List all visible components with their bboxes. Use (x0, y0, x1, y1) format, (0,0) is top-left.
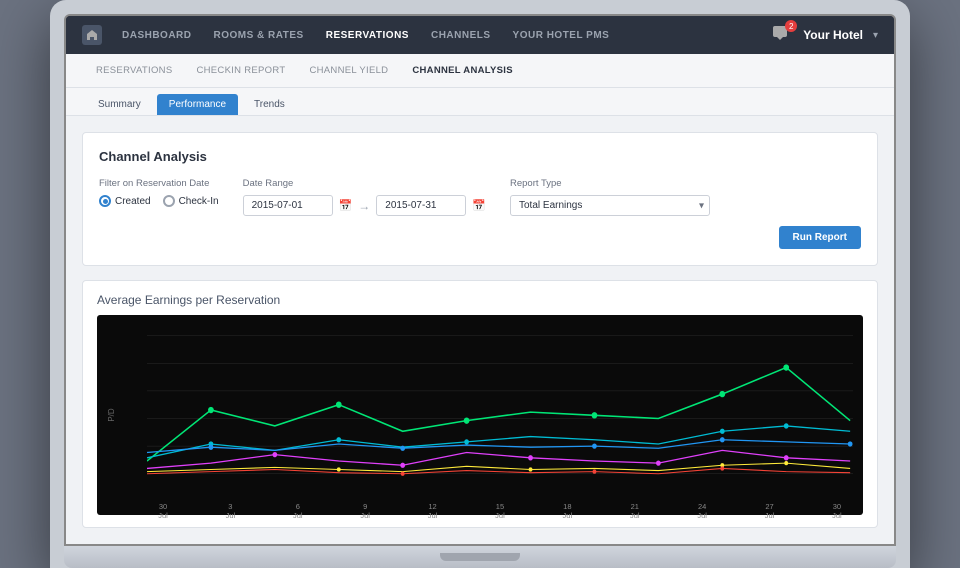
date-range-inputs: 📅 → 📅 (243, 195, 486, 216)
nav-reservations[interactable]: Reservations (324, 26, 411, 45)
subnav-channel-yield[interactable]: Channel Yield (299, 59, 398, 82)
report-type-label: Report Type (510, 178, 710, 189)
date-separator: → (358, 199, 370, 213)
date-to-input[interactable] (376, 195, 466, 216)
nav-left: Dashboard Rooms & Rates Reservations Cha… (82, 25, 611, 45)
radio-checkin[interactable]: Check-In (163, 195, 219, 207)
chart-card: Average Earnings per Reservation P/D 50K (82, 280, 878, 528)
nav-right: 2 Your Hotel ▾ (771, 24, 878, 46)
tab-trends[interactable]: Trends (242, 94, 297, 115)
subnav-reservations[interactable]: Reservations (86, 59, 182, 82)
nav-rooms-rates[interactable]: Rooms & Rates (212, 26, 306, 45)
x-axis-labels: 30Jul 3Jul 6Jul 9Jul 12Jul 15Jul 18Jul 2… (147, 500, 853, 524)
run-report-button[interactable]: Run Report (779, 226, 861, 249)
subnav-checkin-report[interactable]: Checkin Report (186, 59, 295, 82)
card-title: Channel Analysis (99, 149, 861, 164)
chart-title: Average Earnings per Reservation (97, 293, 863, 307)
laptop-base (64, 546, 896, 568)
home-icon[interactable] (82, 25, 102, 45)
form-row: Filter on Reservation Date Created Check… (99, 178, 861, 216)
radio-checkin-dot (163, 195, 175, 207)
date-range-label: Date Range (243, 178, 486, 189)
notification-count: 2 (785, 20, 797, 32)
date-range-group: Date Range 📅 → 📅 (243, 178, 486, 216)
main-content: Channel Analysis Filter on Reservation D… (66, 116, 894, 544)
laptop-screen: Dashboard Rooms & Rates Reservations Cha… (64, 14, 896, 546)
hotel-dropdown-arrow[interactable]: ▾ (873, 30, 878, 41)
x-label-3: 9Jul (349, 502, 381, 520)
x-label-1: 3Jul (214, 502, 246, 520)
x-label-5: 15Jul (484, 502, 516, 520)
report-type-select[interactable]: Total Earnings (510, 195, 710, 216)
nav-hotel-pms[interactable]: Your Hotel PMS (511, 26, 612, 45)
laptop-frame: Dashboard Rooms & Rates Reservations Cha… (50, 0, 910, 568)
radio-created[interactable]: Created (99, 195, 151, 207)
date-from-input[interactable] (243, 195, 333, 216)
calendar-to-icon[interactable]: 📅 (472, 199, 486, 212)
tab-summary[interactable]: Summary (86, 94, 153, 115)
radio-created-dot (99, 195, 111, 207)
channel-analysis-card: Channel Analysis Filter on Reservation D… (82, 132, 878, 266)
form-actions: Run Report (99, 226, 861, 249)
x-label-2: 6Jul (282, 502, 314, 520)
x-label-8: 24Jul (686, 502, 718, 520)
filter-group: Filter on Reservation Date Created Check… (99, 178, 219, 207)
subnav-channel-analysis[interactable]: Channel Analysis (402, 59, 523, 82)
x-label-0: 30Jul (147, 502, 179, 520)
laptop-notch (440, 553, 520, 561)
chart-svg: 50K 40K 30K 20K 10K 0K (147, 325, 853, 495)
x-label-10: 30Jul (821, 502, 853, 520)
report-type-group: Report Type Total Earnings (510, 178, 710, 216)
filter-label: Filter on Reservation Date (99, 178, 219, 189)
top-nav: Dashboard Rooms & Rates Reservations Cha… (66, 16, 894, 54)
chart-area: P/D 50K 40K 30K 20K 10K (97, 315, 863, 515)
radio-group: Created Check-In (99, 195, 219, 207)
tab-bar: Summary Performance Trends (66, 88, 894, 116)
x-label-6: 18Jul (551, 502, 583, 520)
calendar-from-icon[interactable]: 📅 (339, 199, 353, 212)
nav-dashboard[interactable]: Dashboard (120, 26, 194, 45)
x-label-9: 27Jul (754, 502, 786, 520)
y-axis-label: P/D (107, 408, 116, 421)
report-type-wrapper: Total Earnings (510, 195, 710, 216)
hotel-name: Your Hotel (803, 28, 863, 42)
radio-created-label: Created (115, 196, 151, 207)
sub-nav: Reservations Checkin Report Channel Yiel… (66, 54, 894, 88)
x-label-7: 21Jul (619, 502, 651, 520)
notification-badge[interactable]: 2 (771, 24, 793, 46)
nav-channels[interactable]: Channels (429, 26, 493, 45)
x-label-4: 12Jul (417, 502, 449, 520)
tab-performance[interactable]: Performance (157, 94, 238, 115)
radio-checkin-label: Check-In (179, 196, 219, 207)
